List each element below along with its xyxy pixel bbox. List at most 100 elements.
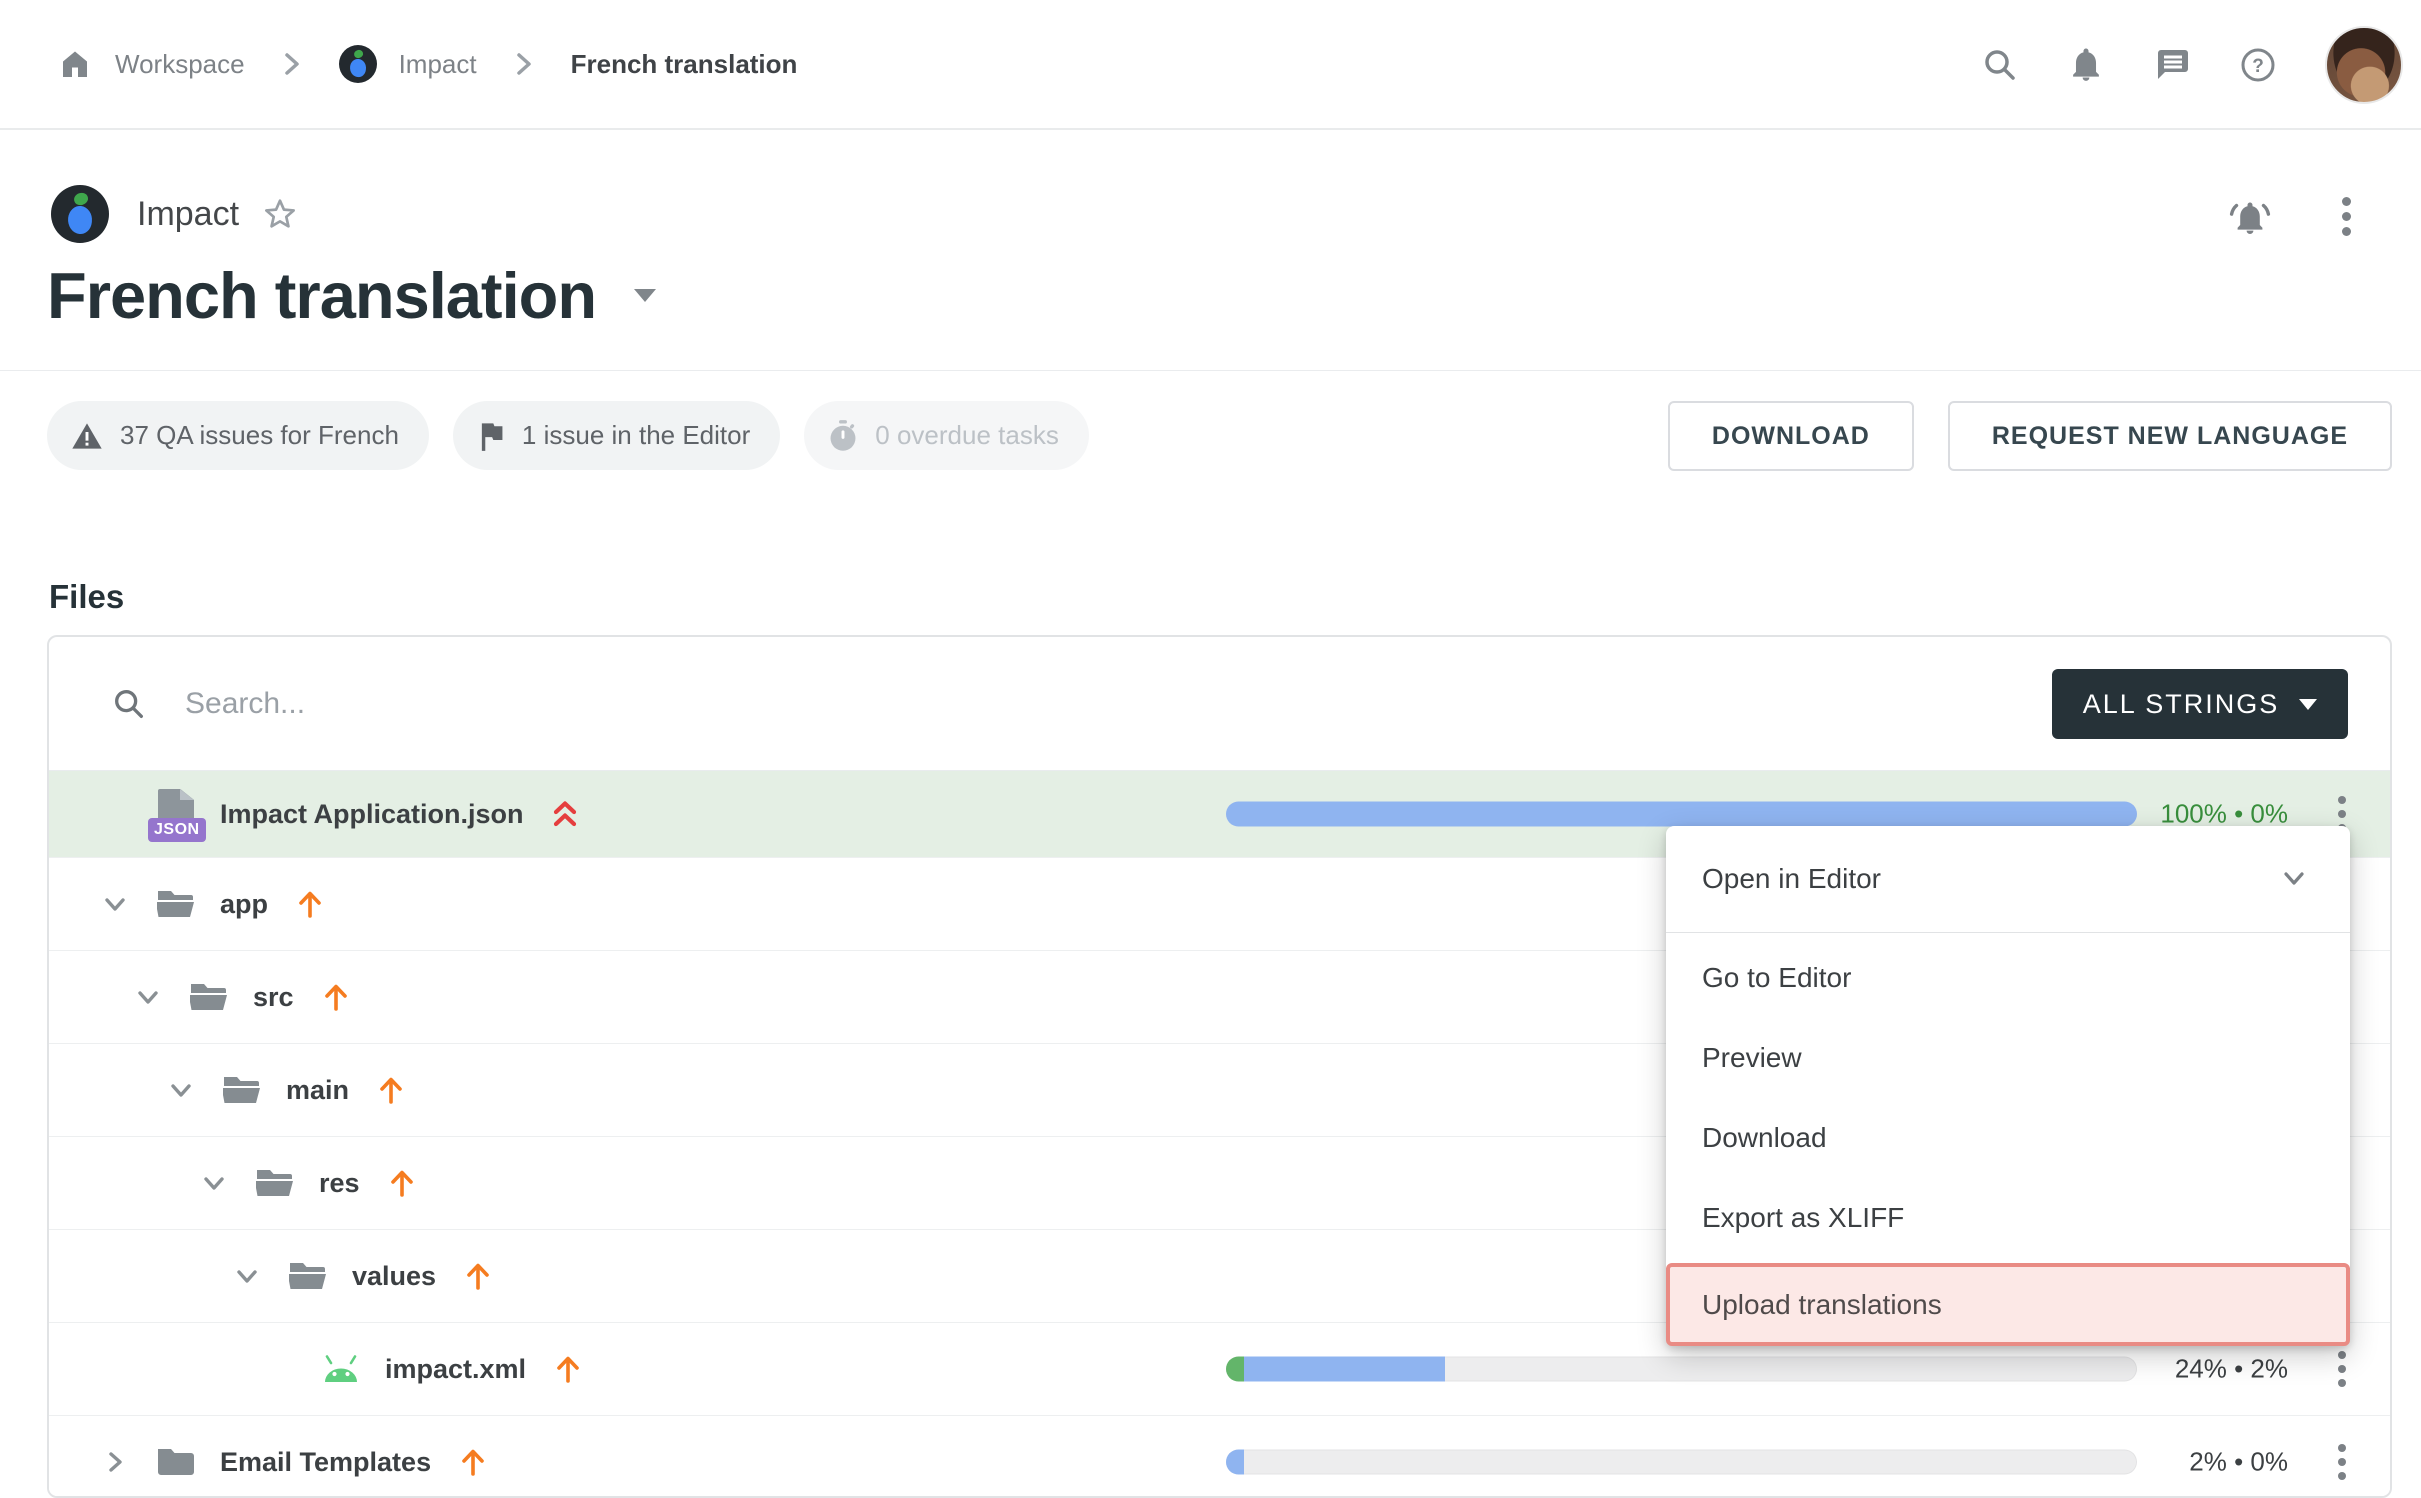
breadcrumb-workspace[interactable]: Workspace	[115, 49, 245, 80]
expand-chevron[interactable]	[166, 1075, 196, 1105]
logo-blob	[349, 58, 367, 78]
menu-item-upload-translations[interactable]: Upload translations	[1666, 1263, 2350, 1346]
expand-chevron[interactable]	[265, 1354, 295, 1384]
filter-label: ALL STRINGS	[2083, 689, 2280, 720]
row-type-icon: JSON	[154, 1445, 198, 1479]
search-input[interactable]	[185, 687, 1285, 721]
expand-chevron[interactable]	[100, 1447, 130, 1477]
badge-label: 37 QA issues for French	[120, 420, 399, 451]
project-header: Impact	[51, 185, 299, 243]
row-type-icon: JSON	[286, 1259, 330, 1293]
home-icon[interactable]	[57, 46, 93, 82]
caret-down-icon	[2299, 699, 2317, 710]
row-type-icon: JSON	[319, 1354, 363, 1384]
request-new-language-button[interactable]: REQUEST NEW LANGUAGE	[1948, 401, 2392, 471]
progress-bar	[1226, 802, 2137, 827]
expand-chevron[interactable]	[199, 1168, 229, 1198]
chevron-right-icon	[513, 49, 535, 79]
row-label-group: JSON app	[49, 858, 326, 950]
file-name: values	[352, 1261, 436, 1292]
warning-icon	[71, 421, 103, 451]
json-file-icon: JSON	[156, 789, 196, 839]
status-badge-37-qa-issues-for-french[interactable]: 37 QA issues for French	[47, 401, 429, 470]
upload-arrow-icon	[320, 980, 352, 1014]
context-menu-default-action[interactable]: Open in Editor	[1666, 826, 2350, 932]
file-name: Email Templates	[220, 1447, 431, 1478]
project-avatar[interactable]	[339, 45, 377, 83]
row-type-icon: JSON	[187, 980, 231, 1014]
chat-icon[interactable]	[2153, 46, 2191, 84]
expand-chevron[interactable]	[100, 799, 130, 829]
row-type-icon: JSON	[154, 789, 198, 839]
flag-icon	[477, 420, 505, 452]
folder-row-email-templates[interactable]: JSON Email Templates 2% • 0%	[49, 1416, 2390, 1498]
breadcrumb-project[interactable]: Impact	[399, 49, 477, 80]
timer-icon	[828, 419, 858, 453]
progress-stats: 24% • 2%	[2175, 1354, 2288, 1385]
project-name[interactable]: Impact	[137, 195, 239, 234]
status-badges: 37 QA issues for French 1 issue in the E…	[47, 401, 1089, 470]
row-label-group: JSON main	[49, 1044, 407, 1136]
file-name: src	[253, 982, 294, 1013]
expand-chevron[interactable]	[100, 889, 130, 919]
folder-open-icon	[188, 980, 230, 1014]
row-label-group: JSON res	[49, 1137, 418, 1229]
menu-item-download[interactable]: Download	[1666, 1098, 2350, 1178]
status-badge-0-overdue-tasks[interactable]: 0 overdue tasks	[804, 401, 1089, 470]
breadcrumb-current-page: French translation	[571, 49, 798, 80]
project-logo[interactable]	[51, 185, 109, 243]
android-file-icon	[319, 1354, 363, 1384]
file-name: Impact Application.json	[220, 799, 524, 830]
menu-item-go-to-editor[interactable]: Go to Editor	[1666, 938, 2350, 1018]
menu-item-export-as-xliff[interactable]: Export as XLIFF	[1666, 1178, 2350, 1258]
progress-stats: 100% • 0%	[2160, 799, 2288, 830]
upload-arrow-icon	[386, 1166, 418, 1200]
progress-segment-blue	[1226, 802, 2137, 827]
all-strings-filter-button[interactable]: ALL STRINGS	[2052, 669, 2348, 739]
download-button[interactable]: DOWNLOAD	[1668, 401, 1914, 471]
project-header-actions	[2228, 193, 2355, 240]
progress-segment-green	[1226, 1357, 1244, 1382]
badge-label: 0 overdue tasks	[875, 420, 1059, 451]
file-name: main	[286, 1075, 349, 1106]
file-name: impact.xml	[385, 1354, 526, 1385]
progress-bar	[1226, 1357, 2137, 1382]
status-badge-1-issue-in-the-editor[interactable]: 1 issue in the Editor	[453, 401, 780, 470]
row-menu-button[interactable]	[2334, 1440, 2350, 1484]
header-buttons: DOWNLOAD REQUEST NEW LANGUAGE	[1668, 401, 2392, 471]
help-icon[interactable]: ?	[2239, 46, 2277, 84]
notifications-active-icon[interactable]	[2228, 197, 2272, 237]
progress-stats: 2% • 0%	[2189, 1447, 2288, 1478]
folder-icon	[155, 1445, 197, 1479]
row-label-group: JSON Impact Application.json	[49, 771, 580, 857]
notifications-bell-icon[interactable]	[2067, 46, 2105, 84]
menu-item-preview[interactable]: Preview	[1666, 1018, 2350, 1098]
expand-chevron[interactable]	[232, 1261, 262, 1291]
files-search-row: ALL STRINGS	[49, 637, 2390, 771]
row-label-group: JSON values	[49, 1230, 494, 1322]
search-icon[interactable]	[1981, 46, 2019, 84]
row-label-group: JSON Email Templates	[49, 1416, 489, 1498]
priority-double-chevron-icon	[550, 797, 580, 831]
upload-arrow-icon	[462, 1259, 494, 1293]
star-icon[interactable]	[261, 195, 299, 233]
language-dropdown-caret[interactable]	[634, 289, 656, 302]
expand-chevron[interactable]	[133, 982, 163, 1012]
project-language-page: { "topbar": { "workspace": "Workspace", …	[0, 0, 2421, 1498]
project-menu-button[interactable]	[2338, 193, 2355, 240]
context-menu-header-label: Open in Editor	[1702, 863, 2278, 895]
top-navigation-bar: Workspace Impact French translation ?	[0, 0, 2421, 130]
folder-open-icon	[221, 1073, 263, 1107]
logo-dot	[73, 191, 90, 206]
topbar-actions: ?	[1981, 0, 2421, 130]
row-menu-button[interactable]	[2334, 1347, 2350, 1391]
user-avatar[interactable]	[2325, 26, 2403, 104]
svg-text:?: ?	[2252, 56, 2264, 77]
badge-label: 1 issue in the Editor	[522, 420, 750, 451]
page-title-line: French translation	[47, 258, 656, 333]
chevron-down-icon	[2278, 867, 2310, 891]
file-name: app	[220, 889, 268, 920]
breadcrumb: Workspace Impact French translation	[57, 45, 797, 83]
header-divider	[0, 370, 2421, 371]
upload-arrow-icon	[552, 1352, 584, 1386]
